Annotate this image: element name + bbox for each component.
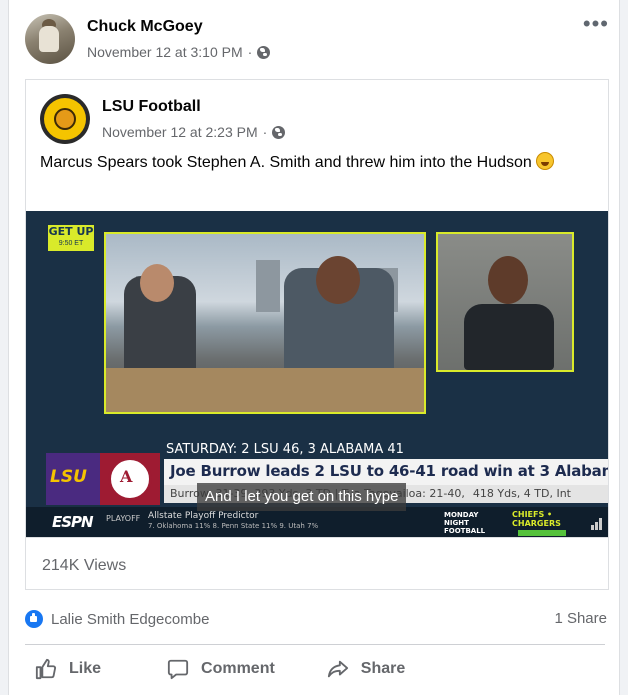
video-headline: Joe Burrow leads 2 LSU to 46-41 road win… [170, 462, 608, 480]
shared-author-name[interactable]: LSU Football [102, 97, 285, 117]
video-subtitle: And I let you get on this hype [197, 483, 407, 511]
reactor-names[interactable]: Lalie Smith Edgecombe [51, 611, 209, 628]
comment-bubble-icon [167, 659, 189, 680]
score-line: SATURDAY: 2 LSU 46, 3 ALABAMA 41 [166, 442, 404, 457]
comment-button[interactable]: Comment [167, 658, 275, 680]
studio-panel [104, 232, 426, 414]
post-header: Chuck McGoey November 12 at 3:10 PM · [25, 14, 271, 64]
post-card: Chuck McGoey November 12 at 3:10 PM · ••… [8, 0, 620, 695]
post-timestamp[interactable]: November 12 at 3:10 PM [87, 43, 243, 61]
get-up-show-logo: GET UP 9:50 ET [48, 225, 94, 251]
lsu-logo: LSU [46, 453, 100, 505]
shared-post-header: LSU Football November 12 at 2:23 PM · [40, 94, 286, 144]
mnf-logo: MONDAY NIGHT FOOTBALL [444, 511, 486, 535]
playoff-predictor: Allstate Playoff Predictor 7. Oklahoma 1… [148, 511, 319, 530]
alabama-logo: A [100, 453, 160, 505]
like-reaction-icon [25, 610, 43, 628]
more-options-icon[interactable]: ••• [583, 13, 609, 35]
shared-post-text: Marcus Spears took Stephen A. Smith and … [40, 151, 560, 174]
lsu-football-avatar[interactable] [40, 94, 90, 144]
avatar-body-shape [39, 26, 59, 52]
like-button[interactable]: Like [35, 658, 101, 680]
matchup-label: CHIEFS • CHARGERS [512, 510, 574, 536]
share-count[interactable]: 1 Share [554, 610, 607, 627]
reactions-summary[interactable]: Lalie Smith Edgecombe [25, 610, 209, 628]
shared-post-timestamp[interactable]: November 12 at 2:23 PM [102, 123, 258, 141]
meta-separator: · [247, 44, 253, 60]
author-avatar[interactable] [25, 14, 75, 64]
bottom-ticker: ESPN PLAYOFF Allstate Playoff Predictor … [26, 507, 608, 537]
action-bar: Like Comment Share [25, 658, 605, 680]
thumbs-up-icon [35, 658, 57, 680]
globe-icon[interactable] [272, 125, 286, 139]
share-button[interactable]: Share [327, 658, 405, 680]
signal-bars-icon [591, 518, 605, 530]
rofl-emoji-icon [536, 152, 555, 170]
video-player[interactable]: GET UP 9:50 ET SATURDAY: 2 LSU 46, 3 ALA… [26, 211, 608, 537]
divider [26, 537, 608, 538]
divider [25, 644, 605, 645]
globe-icon[interactable] [257, 45, 271, 59]
author-name[interactable]: Chuck McGoey [87, 17, 270, 37]
tiger-icon [54, 108, 76, 130]
playoff-label: PLAYOFF [106, 514, 141, 523]
stats-right: 418 Yds, 4 TD, Int [472, 487, 571, 500]
view-count: 214K Views [42, 557, 127, 574]
shared-post: LSU Football November 12 at 2:23 PM · Ma… [25, 79, 609, 590]
remote-guest-panel [436, 232, 574, 372]
share-arrow-icon [327, 660, 348, 678]
espn-logo: ESPN [52, 513, 94, 531]
meta-separator: · [262, 124, 268, 140]
